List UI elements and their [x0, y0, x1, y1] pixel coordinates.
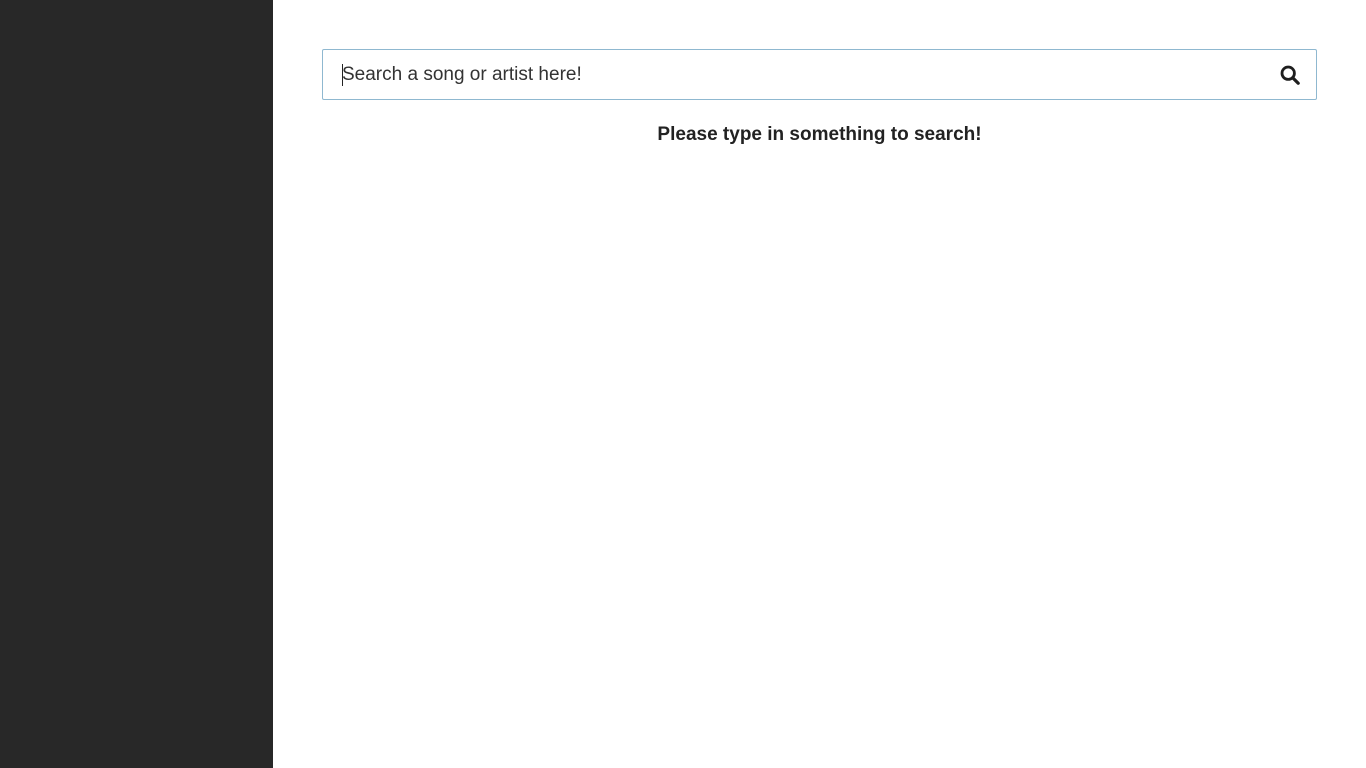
empty-search-message-text: Please type in something to search! — [657, 124, 982, 145]
text-cursor — [342, 64, 343, 86]
search-button[interactable] — [1278, 63, 1302, 87]
search-icon — [1280, 65, 1300, 85]
sidebar — [0, 0, 273, 768]
search-bar — [322, 49, 1317, 100]
app-window: Please type in something to search! — [0, 0, 1366, 768]
empty-search-message: Please type in something to search! — [273, 124, 1366, 146]
search-input[interactable] — [323, 50, 1263, 99]
main-content: Please type in something to search! — [273, 0, 1366, 768]
